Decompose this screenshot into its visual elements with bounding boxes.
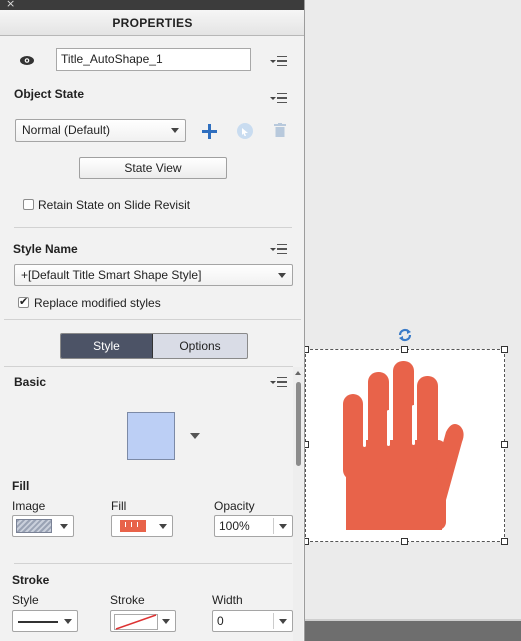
chevron-down-icon [171,128,179,133]
stroke-width-input[interactable]: 0 [212,610,293,632]
chevron-down-icon [159,524,167,529]
panel-titlebar: × [0,0,304,10]
resize-handle-bm[interactable] [401,538,408,545]
panel-title: PROPERTIES [0,10,304,36]
hand-fill-icon [120,520,146,532]
basic-heading: Basic [14,375,47,389]
retain-state-checkbox[interactable] [23,199,34,210]
scroll-up-arrow-icon[interactable] [295,371,301,375]
dropdown-separator [273,613,274,629]
delete-state-icon[interactable] [274,123,286,137]
resize-handle-mr[interactable] [501,441,508,448]
object-state-heading: Object State [14,87,85,101]
no-color-swatch [114,614,158,630]
stroke-style-label: Style [12,593,39,607]
stroke-style-picker[interactable] [12,610,78,632]
eye-icon[interactable] [19,55,35,66]
selected-shape[interactable] [305,349,505,542]
stroke-color-label: Stroke [110,593,145,607]
stroke-width-value: 0 [217,614,224,628]
object-name-input[interactable]: Title_AutoShape_1 [56,48,251,71]
state-view-button[interactable]: State View [79,157,227,179]
add-state-icon[interactable] [202,124,217,139]
style-name-heading: Style Name [13,242,78,256]
properties-panel: × PROPERTIES Title_AutoShape_1 Object St… [0,0,305,641]
chevron-down-icon [279,524,287,529]
object-name-menu-icon[interactable] [270,55,288,67]
opacity-value: 100% [219,519,250,533]
hand-icon [343,361,464,530]
divider [4,366,293,367]
replace-styles-label: Replace modified styles [34,296,161,310]
fill-heading: Fill [12,479,30,493]
rotate-icon[interactable] [396,326,414,344]
stroke-color-picker[interactable] [110,610,176,632]
fill-image-label: Image [12,499,46,513]
style-options-tabs: Style Options [60,333,248,359]
pattern-swatch [16,519,52,533]
basic-color-swatch[interactable] [127,412,175,460]
object-state-value: Normal (Default) [22,123,111,137]
stage-bottom-bar [305,621,521,641]
object-state-menu-icon[interactable] [270,92,288,104]
divider [14,227,292,228]
tab-options[interactable]: Options [153,334,247,358]
style-name-value: +[Default Title Smart Shape Style] [21,268,202,282]
replace-styles-checkbox[interactable] [18,295,29,308]
divider [4,319,301,320]
style-name-select[interactable]: +[Default Title Smart Shape Style] [14,264,293,286]
stage-canvas[interactable] [305,0,521,641]
edit-state-icon[interactable] [236,122,254,140]
resize-handle-tm[interactable] [401,346,408,353]
chevron-down-icon [60,524,68,529]
stroke-width-label: Width [212,593,243,607]
object-state-select[interactable]: Normal (Default) [15,119,186,142]
chevron-down-icon [162,619,170,624]
basic-menu-icon[interactable] [270,376,288,388]
resize-handle-tr[interactable] [501,346,508,353]
tab-style[interactable]: Style [61,334,153,358]
fill-image-picker[interactable] [12,515,74,537]
opacity-input[interactable]: 100% [214,515,293,537]
chevron-down-icon [279,619,287,624]
retain-state-label: Retain State on Slide Revisit [38,198,191,212]
style-name-menu-icon[interactable] [270,243,288,255]
divider [14,563,292,564]
chevron-down-icon [64,619,72,624]
chevron-down-icon[interactable] [190,433,200,439]
scroll-thumb[interactable] [296,382,301,466]
fill-fill-label: Fill [111,499,127,513]
dropdown-separator [273,518,274,534]
line-sample [18,621,58,623]
chevron-down-icon [278,273,286,278]
fill-color-picker[interactable] [111,515,173,537]
stroke-heading: Stroke [12,573,50,587]
fill-opacity-label: Opacity [214,499,255,513]
resize-handle-br[interactable] [501,538,508,545]
close-icon[interactable]: × [6,0,15,10]
